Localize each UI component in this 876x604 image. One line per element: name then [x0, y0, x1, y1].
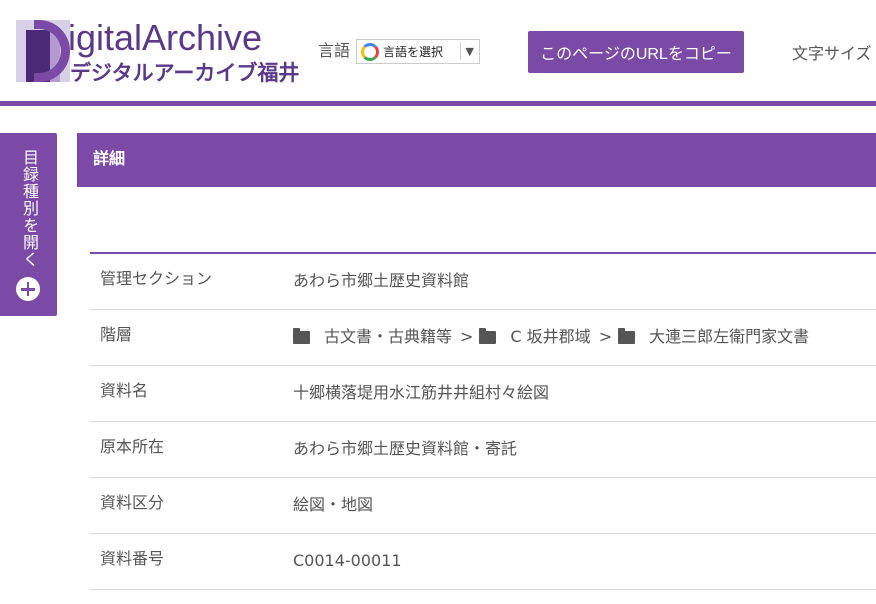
row-value: C0014-00011 [293, 551, 402, 570]
breadcrumb-separator: > [460, 327, 474, 346]
folder-icon [618, 327, 636, 344]
detail-table: 管理セクション あわら市郷土歴史資料館 階層 古文書・古典籍等 > C 坂井郡域… [90, 252, 876, 590]
logo-text-ja: デジタルアーカイブ福井 [70, 61, 300, 85]
language-select-text: 言語を選択 [383, 45, 444, 59]
logo-text-en: igitalArchive [68, 17, 263, 58]
row-label: 原本所在 [100, 437, 165, 456]
row-label: 資料区分 [100, 493, 165, 512]
row-label: 資料名 [100, 381, 149, 400]
plus-circle-icon [16, 277, 40, 301]
row-value: 十郷横落堤用水江筋井井組村々絵図 [293, 383, 550, 402]
google-g-icon [361, 42, 379, 61]
section-title: 詳細 [93, 149, 126, 168]
logo-d-mark-icon [16, 20, 70, 82]
row-label: 管理セクション [100, 269, 213, 288]
row-label: 資料番号 [100, 549, 165, 568]
row-label: 階層 [100, 325, 133, 344]
table-row: 管理セクション あわら市郷土歴史資料館 [90, 254, 876, 310]
folder-icon [293, 327, 310, 344]
site-logo[interactable]: igitalArchive デジタルアーカイブ福井 [16, 17, 299, 86]
open-catalog-type-label: 目録種別を開く [20, 149, 39, 268]
row-value: あわら市郷土歴史資料館 [293, 271, 470, 290]
font-size-label: 文字サイズ [792, 44, 872, 63]
table-row: 資料番号 C0014-00011 [90, 534, 876, 590]
header-divider [0, 101, 876, 106]
hierarchy-breadcrumb: 古文書・古典籍等 > C 坂井郡域 > 大連三郎左衛門家文書 [293, 326, 809, 348]
copy-page-url-button[interactable]: このページのURLをコピー [528, 31, 744, 73]
select-divider [459, 43, 461, 60]
table-row: 原本所在 あわら市郷土歴史資料館・寄託 [90, 422, 876, 478]
table-row: 資料区分 絵図・地図 [90, 478, 876, 534]
table-row: 資料名 十郷横落堤用水江筋井井組村々絵図 [90, 366, 876, 422]
breadcrumb-link[interactable]: C 坂井郡域 [510, 326, 590, 348]
folder-icon [479, 327, 497, 344]
breadcrumb-link[interactable]: 大連三郎左衛門家文書 [649, 326, 809, 348]
row-value: 絵図・地図 [293, 495, 374, 514]
open-catalog-type-tab[interactable]: 目録種別を開く [0, 133, 57, 316]
language-select[interactable]: 言語を選択 ▼ [356, 39, 480, 64]
breadcrumb-separator: > [598, 327, 613, 346]
language-label: 言語 [318, 41, 351, 60]
table-row: 階層 古文書・古典籍等 > C 坂井郡域 > 大連三郎左衛門家文書 [90, 310, 876, 366]
row-value: あわら市郷土歴史資料館・寄託 [293, 439, 518, 458]
detail-section-header: 詳細 [77, 133, 876, 187]
site-header: igitalArchive デジタルアーカイブ福井 言語 言語を選択 ▼ このペ… [0, 0, 876, 101]
breadcrumb-link[interactable]: 古文書・古典籍等 [324, 326, 452, 348]
dropdown-arrow-icon: ▼ [465, 45, 474, 58]
